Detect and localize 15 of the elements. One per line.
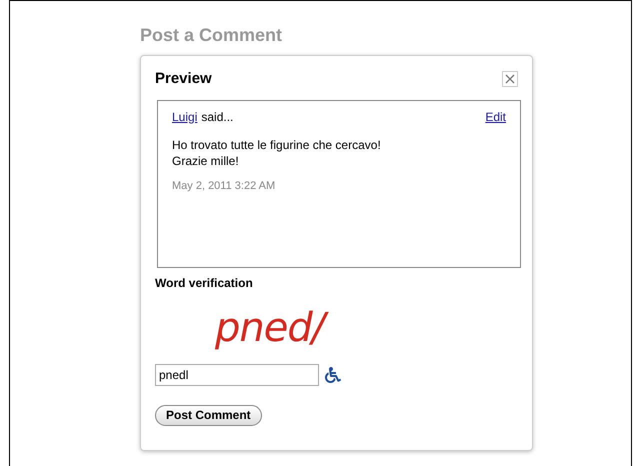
- verification-label: Word verification: [155, 274, 254, 292]
- comment-timestamp: May 2, 2011 3:22 AM: [172, 178, 276, 194]
- section-heading: Post a Comment: [140, 24, 284, 47]
- close-button[interactable]: [502, 71, 518, 88]
- said-text: said...: [201, 108, 234, 126]
- comment-text: Grazie mille!: [172, 152, 240, 168]
- edit-link[interactable]: Edit: [485, 108, 506, 126]
- dialog-title: Preview: [155, 69, 212, 89]
- captcha-text: pned/: [213, 302, 332, 354]
- accessibility-icon[interactable]: [325, 366, 341, 384]
- verification-field[interactable]: pnedl: [155, 364, 319, 386]
- comment-text: Ho trovato tutte le figurine che cercavo!: [172, 136, 382, 152]
- close-icon: [505, 74, 515, 84]
- post-comment-button[interactable]: Post Comment: [155, 404, 262, 426]
- author-link[interactable]: Luigi: [172, 108, 198, 126]
